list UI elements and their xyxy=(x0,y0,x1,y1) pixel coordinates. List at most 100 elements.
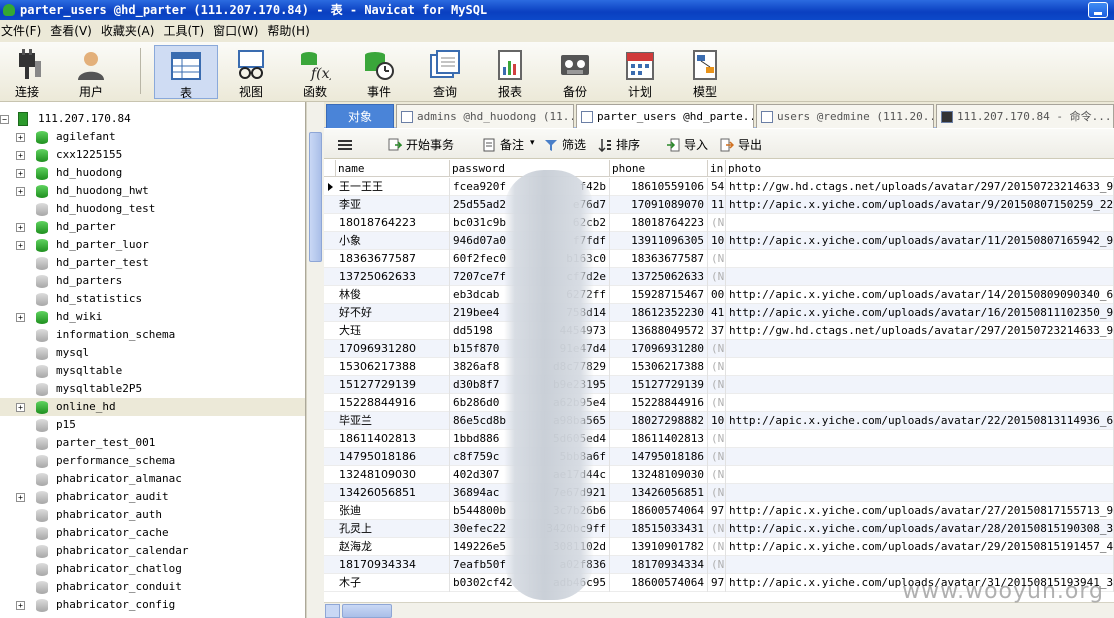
cell-phone[interactable]: 18600574064 xyxy=(610,574,708,592)
cell-photo[interactable] xyxy=(726,394,1114,412)
cell-photo[interactable] xyxy=(726,250,1114,268)
table-row[interactable]: 18018764223bc031c9b62cb218018764223(N xyxy=(324,214,1114,232)
table-row[interactable]: 王一王王 fcea920f f42b 18610559106 54 http://gw.h… xyxy=(324,178,1114,196)
cell-name[interactable]: 王一王王 xyxy=(336,178,450,196)
table-row[interactable]: 152288449166b286d0a62b95e415228844916(N xyxy=(324,394,1114,412)
tree-item-database[interactable]: phabricator_chatlog xyxy=(0,560,305,578)
function-button[interactable]: f(x) 函数 xyxy=(284,45,346,99)
menu-icon[interactable] xyxy=(338,140,352,150)
collapse-icon[interactable]: − xyxy=(0,115,9,124)
column-header-photo[interactable]: photo xyxy=(726,160,1114,177)
table-row[interactable]: 1836367758760f2fec0b163c018363677587(N xyxy=(324,250,1114,268)
cell-phone[interactable]: 15928715467 xyxy=(610,286,708,304)
grid-scroll-thumb[interactable] xyxy=(342,604,392,618)
cell-name[interactable]: 18018764223 xyxy=(336,214,450,232)
column-header-name[interactable]: name xyxy=(336,160,450,177)
schedule-button[interactable]: 计划 xyxy=(609,45,671,99)
cell-phone[interactable]: 18363677587 xyxy=(610,250,708,268)
cell-name[interactable]: 赵海龙 xyxy=(336,538,450,556)
column-header-phone[interactable]: phone xyxy=(610,160,708,177)
tree-item-database[interactable]: + online_hd xyxy=(0,398,305,416)
cell-photo[interactable]: http://apic.x.yiche.com/uploads/avatar/2… xyxy=(726,412,1114,430)
expand-icon[interactable]: + xyxy=(16,169,25,178)
table-row[interactable]: 17096931280b15f87091e47d417096931280(N xyxy=(324,340,1114,358)
cell-in[interactable]: (N xyxy=(708,268,726,286)
tree-item-database[interactable]: parter_test_001 xyxy=(0,434,305,452)
tree-item-database[interactable]: hd_huodong_test xyxy=(0,200,305,218)
expand-icon[interactable]: + xyxy=(16,403,25,412)
cell-in[interactable]: (N xyxy=(708,448,726,466)
cell-name[interactable]: 18611402813 xyxy=(336,430,450,448)
cell-phone[interactable]: 13910901782 xyxy=(610,538,708,556)
tree-item-database[interactable]: phabricator_almanac xyxy=(0,470,305,488)
tree-item-database[interactable]: + hd_parter_luor xyxy=(0,236,305,254)
tab-admins[interactable]: admins @hd_huodong (11... xyxy=(396,104,574,128)
cell-phone[interactable]: 15228844916 xyxy=(610,394,708,412)
tree-item-database[interactable]: phabricator_cache xyxy=(0,524,305,542)
cell-in[interactable]: 11 xyxy=(708,196,726,214)
grid-horizontal-scrollbar[interactable] xyxy=(324,602,1114,618)
table-row[interactable]: 张迪b544800b3c7b26b61860057406497http://ap… xyxy=(324,502,1114,520)
cell-phone[interactable]: 18610559106 xyxy=(610,178,708,196)
tree-item-database[interactable]: mysql xyxy=(0,344,305,362)
cell-name[interactable]: 毕亚兰 xyxy=(336,412,450,430)
cell-photo[interactable] xyxy=(726,340,1114,358)
cell-name[interactable]: 13248109030 xyxy=(336,466,450,484)
expand-icon[interactable]: + xyxy=(16,133,25,142)
cell-phone[interactable]: 18600574064 xyxy=(610,502,708,520)
table-row[interactable]: 137250626337207ce7fcf7d2e13725062633(N xyxy=(324,268,1114,286)
cell-name[interactable]: 15127729139 xyxy=(336,376,450,394)
cell-in[interactable]: (N xyxy=(708,214,726,232)
cell-name[interactable]: 18363677587 xyxy=(336,250,450,268)
cell-name[interactable]: 14795018186 xyxy=(336,448,450,466)
cell-photo[interactable] xyxy=(726,430,1114,448)
table-row[interactable]: 153062173883826af8d8c7782915306217388(N xyxy=(324,358,1114,376)
minimize-button[interactable] xyxy=(1088,2,1108,18)
event-button[interactable]: 事件 xyxy=(348,45,410,99)
cell-phone[interactable]: 13911096305 xyxy=(610,232,708,250)
table-row[interactable]: 毕亚兰86e5cd8ba98ba5651802729888210http://a… xyxy=(324,412,1114,430)
table-row[interactable]: 李亚25d55ad2e76d71709108907011http://apic.… xyxy=(324,196,1114,214)
table-row[interactable]: 孔灵上30efec223420bc9ff18515033431(Nhttp://… xyxy=(324,520,1114,538)
expand-icon[interactable]: + xyxy=(16,187,25,196)
cell-photo[interactable]: http://apic.x.yiche.com/uploads/avatar/9… xyxy=(726,196,1114,214)
table-row[interactable]: 13248109030402d307ae17d44c13248109030(N xyxy=(324,466,1114,484)
table-row[interactable]: 赵海龙149226e53081102d13910901782(Nhttp://a… xyxy=(324,538,1114,556)
cell-phone[interactable]: 15127729139 xyxy=(610,376,708,394)
menu-view[interactable]: 查看(V) xyxy=(49,20,97,42)
connection-node[interactable]: − 111.207.170.84 xyxy=(0,110,305,128)
table-row[interactable]: 大珏dd519844549731368804957237http://gw.hd… xyxy=(324,322,1114,340)
expand-icon[interactable]: + xyxy=(16,313,25,322)
expand-icon[interactable]: + xyxy=(16,601,25,610)
cell-photo[interactable] xyxy=(726,214,1114,232)
cell-in[interactable]: 54 xyxy=(708,178,726,196)
expand-icon[interactable]: + xyxy=(16,241,25,250)
table-row[interactable]: 14795018186c8f759c5bb8a6f14795018186(N xyxy=(324,448,1114,466)
expand-icon[interactable]: + xyxy=(16,151,25,160)
cell-in[interactable]: 41 xyxy=(708,304,726,322)
cell-phone[interactable]: 18515033431 xyxy=(610,520,708,538)
backup-button[interactable]: 备份 xyxy=(544,45,606,99)
cell-in[interactable]: 10 xyxy=(708,412,726,430)
tree-item-database[interactable]: + hd_parter xyxy=(0,218,305,236)
tree-item-database[interactable]: mysqltable2P5 xyxy=(0,380,305,398)
cell-in[interactable]: (N xyxy=(708,484,726,502)
cell-photo[interactable]: http://apic.x.yiche.com/uploads/avatar/1… xyxy=(726,232,1114,250)
sidebar-scrollbar[interactable] xyxy=(306,102,324,618)
query-button[interactable]: 查询 xyxy=(414,45,476,99)
cell-name[interactable]: 李亚 xyxy=(336,196,450,214)
cell-name[interactable]: 18170934334 xyxy=(336,556,450,574)
cell-in[interactable]: (N xyxy=(708,340,726,358)
cell-phone[interactable]: 18027298882 xyxy=(610,412,708,430)
table-row[interactable]: 181709343347eafb50fa02f83618170934334(N xyxy=(324,556,1114,574)
menu-window[interactable]: 窗口(W) xyxy=(212,20,263,42)
tree-item-database[interactable]: performance_schema xyxy=(0,452,305,470)
cell-photo[interactable]: http://gw.hd.ctags.net/uploads/avatar/29… xyxy=(726,178,1114,196)
tree-item-database[interactable]: hd_parters xyxy=(0,272,305,290)
cell-in[interactable]: (N xyxy=(708,358,726,376)
cell-in[interactable]: (N xyxy=(708,466,726,484)
cell-photo[interactable] xyxy=(726,484,1114,502)
connect-button[interactable]: 连接 xyxy=(0,45,58,99)
tree-item-database[interactable]: + agilefant xyxy=(0,128,305,146)
cell-photo[interactable] xyxy=(726,358,1114,376)
